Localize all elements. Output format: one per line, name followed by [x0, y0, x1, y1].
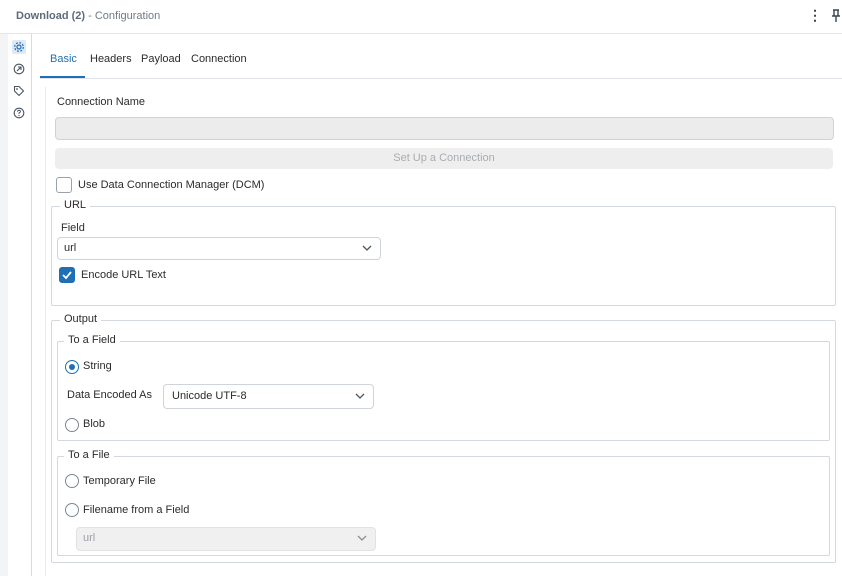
- url-field-value: url: [64, 242, 77, 254]
- basic-panel: Connection Name Set Up a Connection Use …: [45, 87, 842, 576]
- connection-name-label: Connection Name: [57, 96, 146, 108]
- encode-url-label: Encode URL Text: [81, 269, 166, 281]
- chevron-down-icon: [362, 245, 372, 251]
- encode-url-checkbox[interactable]: [59, 267, 75, 283]
- filename-field-select: url: [76, 527, 376, 551]
- to-field-legend: To a Field: [64, 334, 120, 346]
- arrow-circle-icon[interactable]: [12, 62, 26, 76]
- to-file-group: To a File Temporary File Filename from a…: [57, 449, 830, 556]
- url-group: URL Field url Encode URL Text: [51, 199, 836, 306]
- chevron-down-icon: [357, 535, 367, 541]
- help-icon[interactable]: [12, 106, 26, 120]
- data-encoded-as-label: Data Encoded As: [67, 389, 153, 401]
- encoding-select[interactable]: Unicode UTF-8: [163, 384, 374, 409]
- blob-label: Blob: [83, 418, 106, 430]
- tab-headers[interactable]: Headers: [90, 53, 132, 65]
- url-field-select[interactable]: url: [57, 237, 381, 260]
- filename-from-field-label: Filename from a Field: [83, 504, 190, 516]
- set-up-connection-button: Set Up a Connection: [55, 148, 833, 169]
- tag-icon[interactable]: [12, 84, 26, 98]
- temporary-file-label: Temporary File: [83, 475, 156, 487]
- dcm-label: Use Data Connection Manager (DCM): [78, 179, 265, 191]
- filename-field-value: url: [83, 532, 96, 544]
- string-label: String: [83, 360, 112, 372]
- title-bar: Download (2) - Configuration ⋮: [0, 0, 842, 34]
- side-icon-bar: [8, 34, 32, 576]
- to-file-legend: To a File: [64, 449, 114, 461]
- checkmark-icon: [62, 271, 72, 280]
- to-field-group: To a Field String Data Encoded As Unicod…: [57, 334, 830, 441]
- chevron-down-icon: [355, 393, 365, 399]
- encoding-value: Unicode UTF-8: [172, 390, 247, 402]
- field-label: Field: [61, 222, 85, 234]
- window-title-app: Download (2): [16, 10, 86, 22]
- more-options-icon[interactable]: ⋮: [808, 7, 822, 24]
- blob-radio[interactable]: [65, 418, 79, 432]
- output-legend: Output: [60, 313, 102, 325]
- url-legend: URL: [60, 199, 91, 211]
- tab-payload[interactable]: Payload: [141, 53, 181, 65]
- window-title-sub: - Configuration: [85, 10, 161, 22]
- string-radio[interactable]: [65, 360, 79, 374]
- output-group: Output To a Field String Data Encoded As…: [51, 313, 836, 563]
- dcm-checkbox[interactable]: [56, 177, 72, 193]
- tab-basic[interactable]: Basic: [50, 53, 77, 65]
- connection-name-input: [55, 117, 834, 140]
- pin-icon[interactable]: [830, 9, 842, 23]
- active-tab-indicator: [40, 76, 85, 78]
- gear-icon[interactable]: [12, 40, 26, 54]
- temporary-file-radio[interactable]: [65, 474, 79, 488]
- tab-bar: Basic Headers Payload Connection: [40, 34, 842, 79]
- window-title: Download (2) - Configuration: [16, 10, 160, 22]
- tab-connection[interactable]: Connection: [191, 53, 247, 65]
- left-strip: [0, 34, 8, 576]
- filename-from-field-radio[interactable]: [65, 503, 79, 517]
